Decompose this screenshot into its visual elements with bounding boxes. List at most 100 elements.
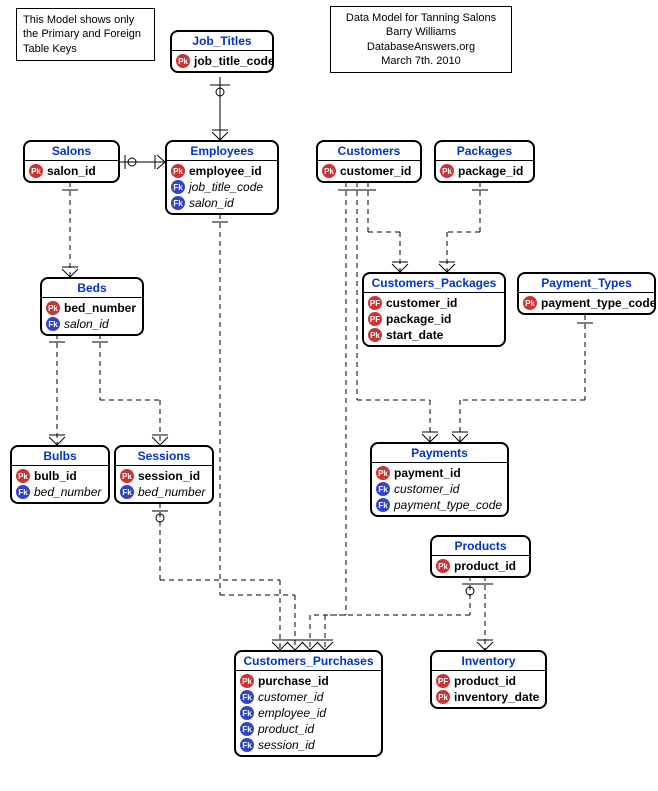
- pk-icon: Pk: [436, 559, 450, 573]
- entity-beds: Beds Pk bed_number Fk salon_id: [40, 277, 144, 336]
- attr-row: Pk payment_id: [376, 465, 503, 481]
- attr-row: Pk employee_id: [171, 163, 273, 179]
- attr-text: bed_number: [64, 301, 136, 315]
- pk-icon: Pk: [440, 164, 454, 178]
- attr-row: Fk customer_id: [376, 481, 503, 497]
- attr-row: Pk inventory_date: [436, 689, 541, 705]
- entity-salons: Salons Pk salon_id: [23, 140, 120, 183]
- attr-row: Pk session_id: [120, 468, 208, 484]
- fk-icon: Fk: [376, 498, 390, 512]
- attr-text: payment_type_code: [394, 498, 502, 512]
- attr-text: session_id: [258, 738, 315, 752]
- pf-icon: PF: [368, 312, 382, 326]
- attr-text: bulb_id: [34, 469, 77, 483]
- attr-row: Fk customer_id: [240, 689, 377, 705]
- fk-icon: Fk: [240, 722, 254, 736]
- attr-row: Fk product_id: [240, 721, 377, 737]
- entity-title: Bulbs: [12, 447, 108, 466]
- attr-row: Pk start_date: [368, 327, 500, 343]
- fk-icon: Fk: [240, 706, 254, 720]
- pk-icon: Pk: [120, 469, 134, 483]
- pk-icon: Pk: [368, 328, 382, 342]
- attr-row: Fk payment_type_code: [376, 497, 503, 513]
- fk-icon: Fk: [240, 738, 254, 752]
- attr-row: Fk session_id: [240, 737, 377, 753]
- entity-title: Inventory: [432, 652, 545, 671]
- note-text: Data Model for Tanning Salons: [346, 12, 496, 24]
- attr-text: job_title_code: [189, 180, 263, 194]
- entity-title: Customers_Purchases: [236, 652, 381, 671]
- attr-row: Pk job_title_code: [176, 53, 268, 69]
- note-title: Data Model for Tanning Salons Barry Will…: [330, 6, 512, 73]
- entity-title: Customers_Packages: [364, 274, 504, 293]
- attr-row: Pk package_id: [440, 163, 529, 179]
- note-text: March 7th. 2010: [381, 55, 461, 67]
- entity-title: Sessions: [116, 447, 212, 466]
- attr-row: Fk bed_number: [120, 484, 208, 500]
- attr-row: Pk salon_id: [29, 163, 114, 179]
- attr-text: bed_number: [138, 485, 205, 499]
- attr-row: Fk salon_id: [171, 195, 273, 211]
- attr-row: Pk bed_number: [46, 300, 138, 316]
- entity-packages: Packages Pk package_id: [434, 140, 535, 183]
- fk-icon: Fk: [376, 482, 390, 496]
- attr-row: Fk job_title_code: [171, 179, 273, 195]
- attr-text: customer_id: [340, 164, 411, 178]
- entity-title: Customers: [318, 142, 420, 161]
- attr-text: product_id: [454, 674, 516, 688]
- attr-text: payment_type_code: [541, 296, 656, 310]
- pk-icon: Pk: [376, 466, 390, 480]
- pk-icon: Pk: [16, 469, 30, 483]
- attr-row: Pk purchase_id: [240, 673, 377, 689]
- attr-text: session_id: [138, 469, 200, 483]
- attr-text: product_id: [454, 559, 516, 573]
- attr-text: salon_id: [64, 317, 109, 331]
- entity-payments: Payments Pk payment_id Fk customer_id Fk…: [370, 442, 509, 517]
- attr-text: customer_id: [394, 482, 459, 496]
- entity-employees: Employees Pk employee_id Fk job_title_co…: [165, 140, 279, 215]
- entity-title: Packages: [436, 142, 533, 161]
- pk-icon: Pk: [46, 301, 60, 315]
- fk-icon: Fk: [46, 317, 60, 331]
- attr-text: inventory_date: [454, 690, 539, 704]
- note-text: the Primary and Foreign: [23, 28, 141, 40]
- attr-row: Fk salon_id: [46, 316, 138, 332]
- entity-job-titles: Job_Titles Pk job_title_code: [170, 30, 274, 73]
- fk-icon: Fk: [171, 180, 185, 194]
- attr-text: package_id: [458, 164, 523, 178]
- entity-payment-types: Payment_Types Pk payment_type_code: [517, 272, 656, 315]
- entity-title: Payments: [372, 444, 507, 463]
- entity-title: Products: [432, 537, 529, 556]
- attr-row: PF product_id: [436, 673, 541, 689]
- entity-title: Payment_Types: [519, 274, 654, 293]
- note-text: Table Keys: [23, 43, 77, 55]
- fk-icon: Fk: [16, 485, 30, 499]
- attr-text: employee_id: [258, 706, 326, 720]
- pk-icon: Pk: [523, 296, 537, 310]
- pf-icon: PF: [436, 674, 450, 688]
- pk-icon: Pk: [176, 54, 190, 68]
- note-model-desc: This Model shows only the Primary and Fo…: [16, 8, 155, 61]
- attr-text: payment_id: [394, 466, 461, 480]
- attr-row: Pk customer_id: [322, 163, 416, 179]
- entity-customers: Customers Pk customer_id: [316, 140, 422, 183]
- attr-text: package_id: [386, 312, 451, 326]
- pk-icon: Pk: [29, 164, 43, 178]
- note-text: This Model shows only: [23, 14, 134, 26]
- fk-icon: Fk: [171, 196, 185, 210]
- pk-icon: Pk: [322, 164, 336, 178]
- attr-row: Fk bed_number: [16, 484, 104, 500]
- attr-row: PF customer_id: [368, 295, 500, 311]
- entity-title: Employees: [167, 142, 277, 161]
- pk-icon: Pk: [436, 690, 450, 704]
- note-text: Barry Williams: [386, 26, 456, 38]
- attr-text: salon_id: [189, 196, 234, 210]
- entity-title: Salons: [25, 142, 118, 161]
- entity-inventory: Inventory PF product_id Pk inventory_dat…: [430, 650, 547, 709]
- attr-text: customer_id: [386, 296, 457, 310]
- note-text: DatabaseAnswers.org: [367, 41, 475, 53]
- attr-text: product_id: [258, 722, 314, 736]
- attr-row: Pk payment_type_code: [523, 295, 650, 311]
- entity-sessions: Sessions Pk session_id Fk bed_number: [114, 445, 214, 504]
- attr-text: start_date: [386, 328, 443, 342]
